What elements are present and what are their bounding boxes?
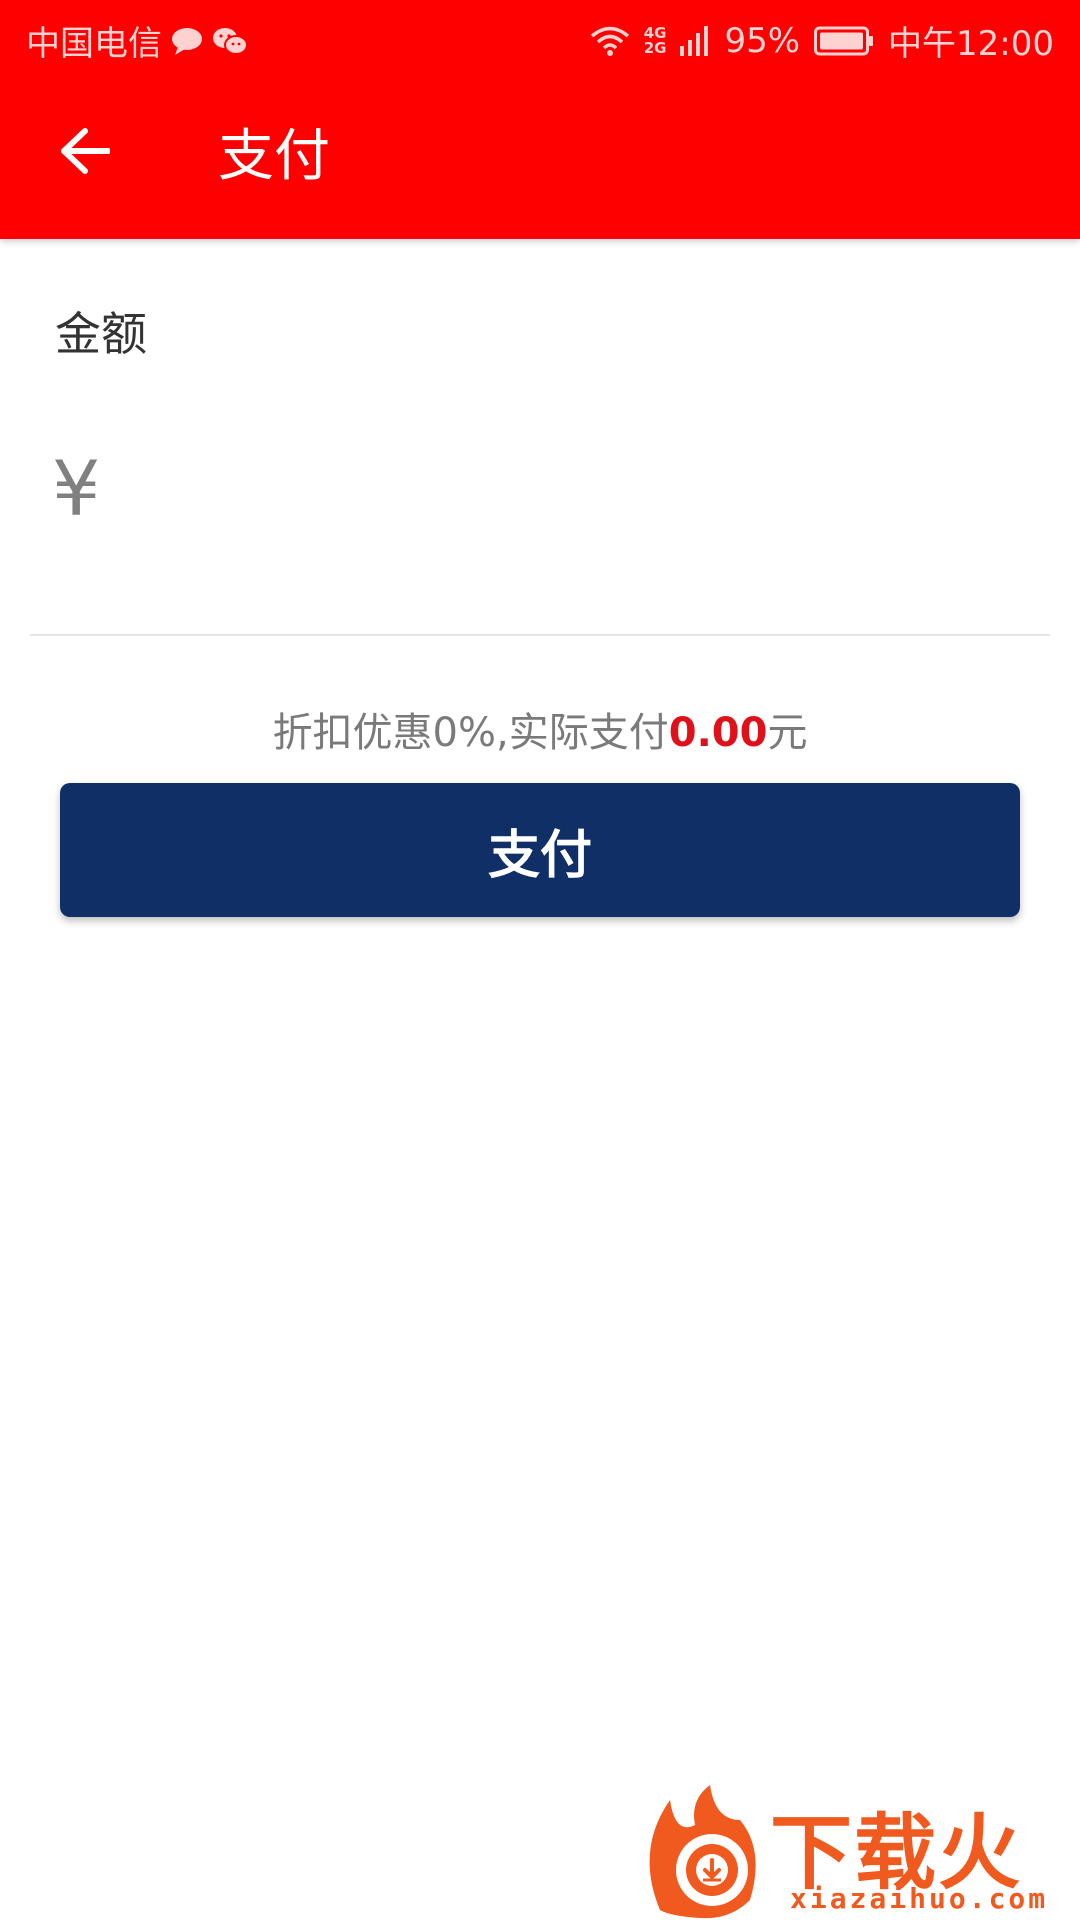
wechat-icon [212,26,248,56]
network-2g: 2G [643,38,667,57]
battery-icon [814,26,874,56]
actual-pay-amount: 0.00 [668,710,768,756]
signal-icon [680,25,710,56]
currency-symbol: ¥ [52,444,101,533]
wifi-icon [590,25,630,57]
status-right: 4G 2G 95% 中午12:00 [590,16,1054,65]
pay-button-label: 支付 [487,825,592,886]
pay-button[interactable]: 支付 [60,783,1020,917]
payment-screen: 中国电信 4G 2G 95% 中午12:00 支付 金额 ¥ 折扣优惠0%,实际… [0,0,1080,1920]
discount-suffix: 元 [767,710,808,756]
amount-label: 金额 [55,307,147,361]
message-bubble-icon [170,26,204,56]
amount-divider [30,634,1050,636]
status-time: 中午12:00 [888,24,1054,64]
flame-download-icon [640,1780,780,1920]
status-bar: 中国电信 4G 2G 95% 中午12:00 [0,0,1080,76]
discount-info: 折扣优惠0%,实际支付0.00元 [0,700,1080,758]
watermark-url: xiazaihuo.com [790,1882,1049,1915]
back-button[interactable] [50,118,120,188]
toolbar: 支付 [0,76,1080,239]
amount-input[interactable] [140,450,1024,532]
watermark-logo: 下载火 xiazaihuo.com [640,1780,1080,1920]
app-header: 中国电信 4G 2G 95% 中午12:00 支付 [0,0,1080,239]
discount-prefix: 折扣优惠0%,实际支付 [272,710,669,756]
battery-percent: 95% [724,20,801,61]
arrow-left-icon [60,128,111,178]
network-type: 4G 2G [643,25,667,57]
carrier-name: 中国电信 [26,24,162,64]
amount-field: ¥ [30,440,1050,560]
page-title: 支付 [218,124,330,189]
status-left: 中国电信 [26,16,248,65]
